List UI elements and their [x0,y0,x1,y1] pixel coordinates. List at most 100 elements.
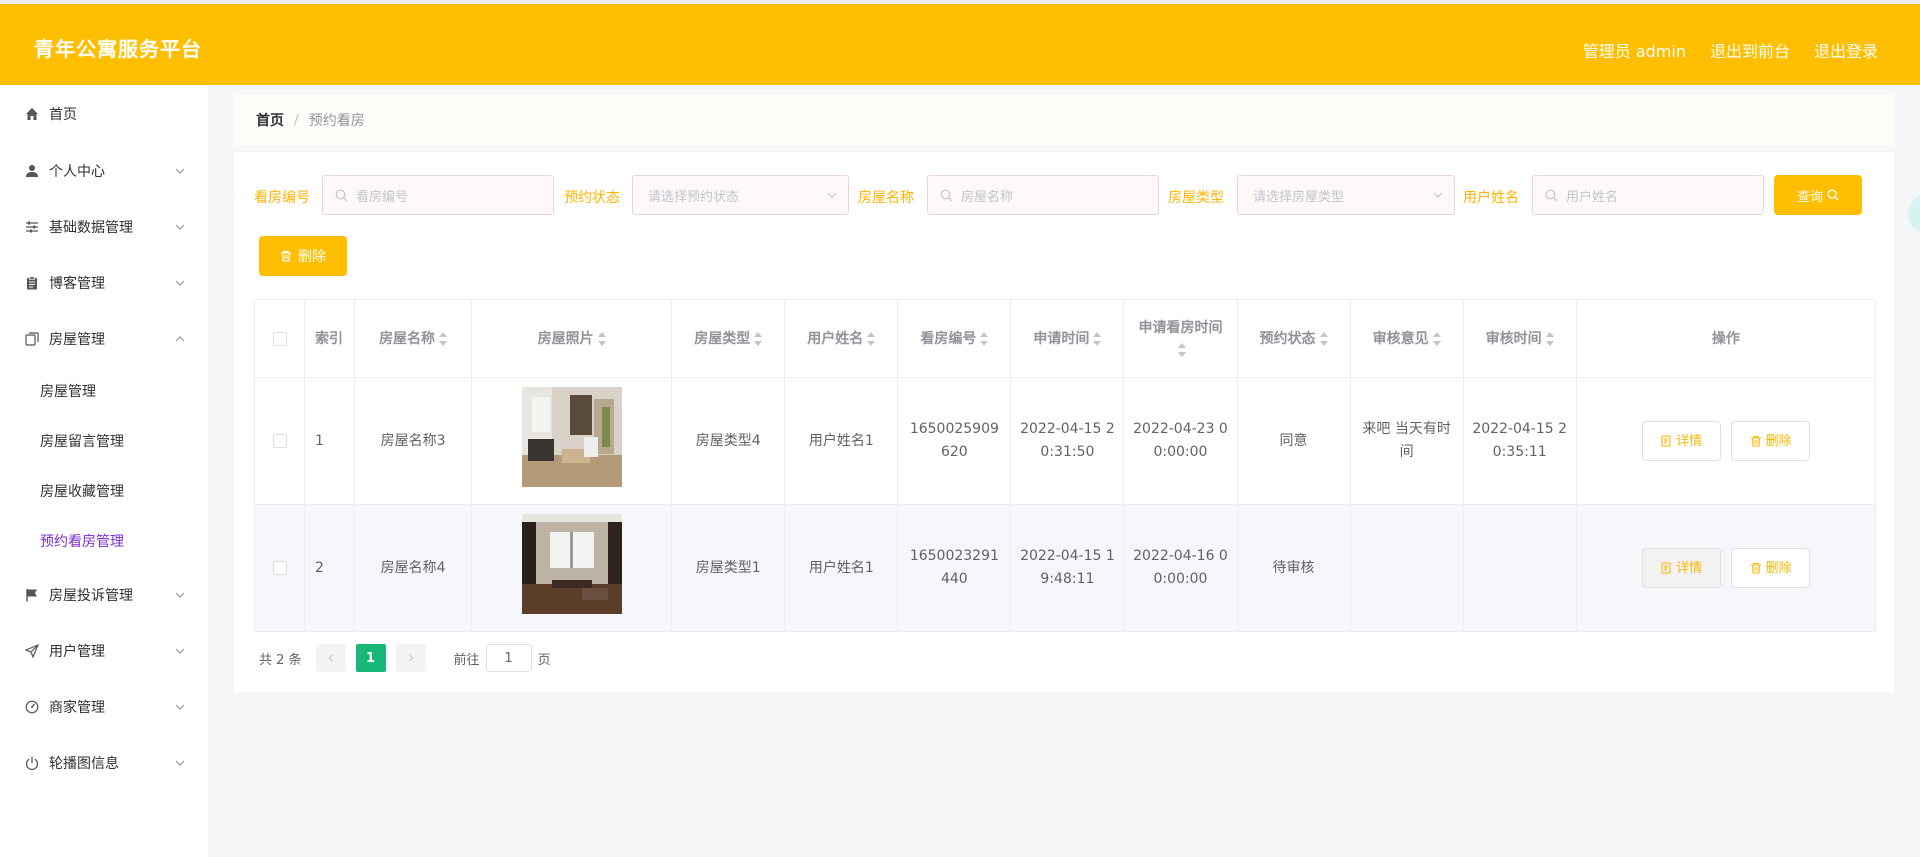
status-select[interactable]: 请选择预约状态 [632,175,849,215]
sort-icon[interactable] [1545,331,1554,346]
document-icon [1661,562,1671,574]
column-header-house-photo[interactable]: 房屋照片 [471,299,673,378]
search-icon [1545,189,1558,201]
viewing-time-cell: 2022-04-16 00:00:00 [1123,504,1238,632]
row-select-cell [253,504,306,632]
row-delete-button[interactable]: 删除 [1731,548,1811,588]
column-header-review-time[interactable]: 审核时间 [1462,299,1577,378]
batch-delete-button[interactable]: 删除 [259,236,347,276]
user-search-input[interactable]: 用户姓名 [1532,175,1764,215]
column-header-apply-time[interactable]: 申请时间 [1010,299,1125,378]
sidebar-item-label: 个人中心 [49,164,105,180]
select-all-cell [253,299,306,378]
sidebar-item-carousel[interactable]: 轮播图信息 [0,743,208,783]
send-icon [24,643,40,659]
chevron-down-icon [175,168,185,174]
sliders-icon [24,219,40,235]
house-type-cell: 房屋类型1 [671,504,786,632]
house-photo[interactable] [521,514,622,614]
house-photo[interactable] [521,387,622,487]
sidebar-item-label: 博客管理 [49,276,105,292]
opinion-cell: 来吧 当天有时间 [1349,377,1464,505]
copy-icon [24,331,40,347]
header-label: 审核意见 [1372,330,1429,347]
admin-user-label[interactable]: 管理员 admin [1583,38,1686,62]
floating-widget[interactable] [1908,194,1920,234]
sort-icon[interactable] [597,331,606,346]
breadcrumb-home[interactable]: 首页 [256,110,284,130]
sidebar-item-basic-data[interactable]: 基础数据管理 [0,207,208,247]
detail-button[interactable]: 详情 [1641,421,1721,461]
sort-icon[interactable] [980,331,989,346]
sidebar-item-label: 房屋投诉管理 [49,588,133,604]
sidebar-item-blog[interactable]: 博客管理 [0,263,208,303]
sort-icon[interactable] [867,331,876,346]
sidebar-item-complaint[interactable]: 房屋投诉管理 [0,575,208,615]
sidebar-item-label: 基础数据管理 [49,220,133,236]
logout-link[interactable]: 退出登录 [1814,38,1878,62]
row-checkbox[interactable] [272,433,287,448]
sidebar-item-home[interactable]: 首页 [0,94,208,134]
home-icon [24,106,40,122]
column-header-viewing-time[interactable]: 申请看房时间 [1123,299,1238,378]
status-cell: 同意 [1236,377,1351,505]
sort-icon[interactable] [1178,342,1187,357]
sidebar-item-label: 用户管理 [49,644,105,660]
sidebar-subitem-house-manage[interactable]: 房屋管理 [0,373,208,409]
top-links: 管理员 admin 退出到前台 退出登录 [1583,38,1878,62]
front-site-link[interactable]: 退出到前台 [1710,38,1790,62]
header-label: 房屋类型 [694,330,751,347]
viewing-code-cell: 1650023291440 [897,504,1012,632]
detail-button[interactable]: 详情 [1641,548,1721,588]
column-header-index: 索引 [304,299,356,378]
house-photo-cell [471,377,673,505]
house-name-cell: 房屋名称4 [354,504,473,632]
sidebar-subitem-house-favorite[interactable]: 房屋收藏管理 [0,473,208,509]
page-number-current[interactable]: 1 [355,644,386,672]
sidebar-subitem-house-message[interactable]: 房屋留言管理 [0,423,208,459]
column-header-opinion[interactable]: 审核意见 [1349,299,1464,378]
sort-icon[interactable] [1319,331,1328,346]
sidebar-item-user[interactable]: 用户管理 [0,631,208,671]
header-label: 审核时间 [1485,330,1542,347]
column-header-house-type[interactable]: 房屋类型 [671,299,786,378]
clipboard-icon [24,275,40,291]
sidebar: 首页 个人中心 基础数据管理 博客管理 房屋管理 房屋管理 房屋留言管理 房屋收… [0,85,208,857]
column-header-house-name[interactable]: 房屋名称 [354,299,473,378]
sort-icon[interactable] [1432,331,1441,346]
sidebar-subitem-label: 房屋收藏管理 [40,484,124,500]
sidebar-item-personal[interactable]: 个人中心 [0,151,208,191]
sort-icon[interactable] [439,331,448,346]
prev-page-button[interactable] [315,644,346,672]
sort-icon[interactable] [1093,331,1102,346]
column-header-viewing-code[interactable]: 看房编号 [897,299,1012,378]
sidebar-subitem-viewing-appointment[interactable]: 预约看房管理 [0,523,208,559]
column-header-user-name[interactable]: 用户姓名 [784,299,899,378]
select-all-checkbox[interactable] [272,331,287,346]
detail-label: 详情 [1676,560,1703,576]
header-label: 申请时间 [1033,330,1090,347]
next-page-button[interactable] [395,644,426,672]
chevron-right-icon [408,654,413,662]
query-button[interactable]: 查询 [1774,175,1862,215]
name-search-input[interactable]: 房屋名称 [927,175,1159,215]
row-delete-button[interactable]: 删除 [1731,421,1811,461]
type-select[interactable]: 请选择房屋类型 [1237,175,1455,215]
trash-icon [1750,435,1761,447]
user-name-cell: 用户姓名1 [784,504,899,632]
header-label: 房屋名称 [379,330,436,347]
row-checkbox[interactable] [272,560,287,575]
trash-icon [1750,562,1761,574]
sidebar-item-house[interactable]: 房屋管理 [0,319,208,359]
search-icon [335,189,348,201]
header-label: 预约状态 [1259,330,1316,347]
chevron-up-icon [175,336,185,342]
goto-page-input[interactable]: 1 [485,644,532,672]
row-select-cell [253,377,306,505]
code-search-input[interactable]: 看房编号 [322,175,554,215]
column-header-status[interactable]: 预约状态 [1236,299,1351,378]
sidebar-item-merchant[interactable]: 商家管理 [0,687,208,727]
app-title: 青年公寓服务平台 [34,37,202,61]
viewing-time-cell: 2022-04-23 00:00:00 [1123,377,1238,505]
sort-icon[interactable] [754,331,763,346]
